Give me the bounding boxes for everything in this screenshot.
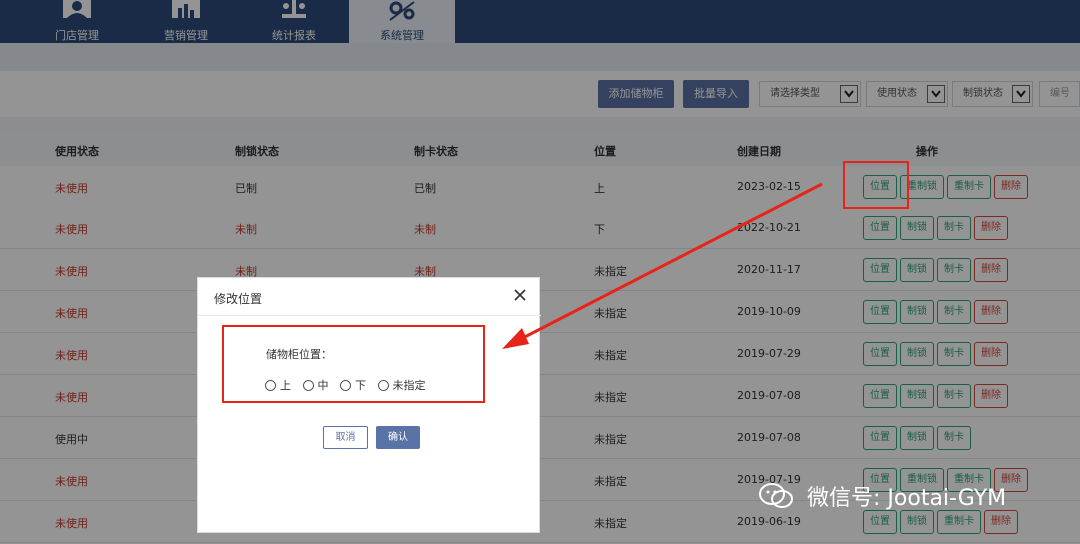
- wechat-icon: [759, 483, 793, 508]
- wechat-watermark: 微信号: Jootai-GYM: [758, 480, 1006, 512]
- app-page: 门店管理 营销管理 统计报表 系统管理 添加储物柜 批量导入 请选择类型 使用状…: [0, 0, 1080, 544]
- watermark-text: 微信号: Jootai-GYM: [807, 486, 1007, 511]
- annotation-arrow: [502, 182, 823, 349]
